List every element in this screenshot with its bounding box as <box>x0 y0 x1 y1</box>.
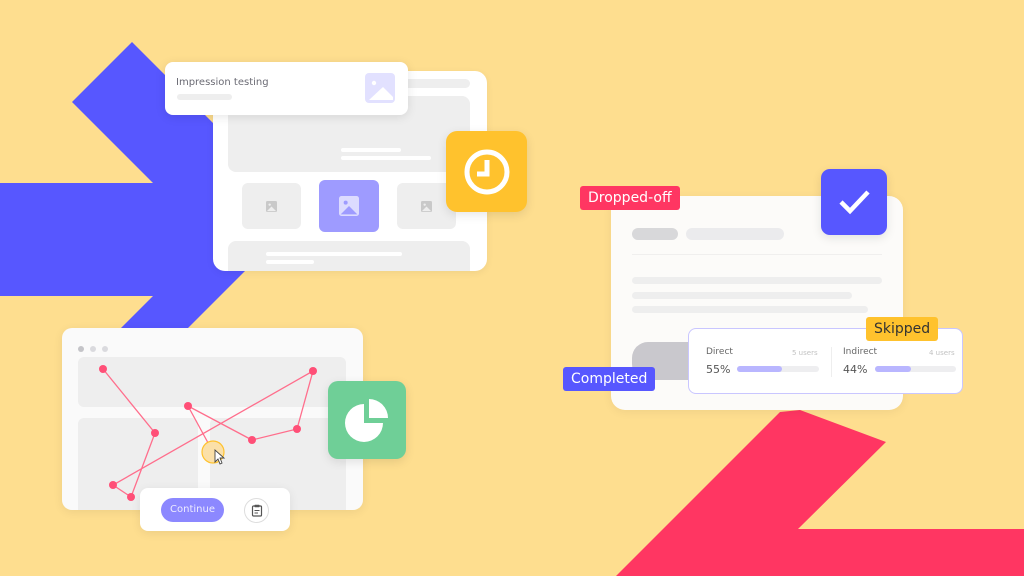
click-path-line <box>102 368 315 498</box>
continue-button[interactable]: Continue <box>161 498 224 522</box>
click-point <box>309 367 317 375</box>
click-point <box>127 493 135 501</box>
click-point <box>99 365 107 373</box>
click-point <box>151 429 159 437</box>
click-point <box>184 402 192 410</box>
clipboard-icon <box>251 504 262 517</box>
click-point <box>248 436 256 444</box>
pie-chart-tile <box>328 381 406 459</box>
pie-chart-icon <box>345 399 388 442</box>
clipboard-button[interactable] <box>244 498 269 523</box>
click-point <box>293 425 301 433</box>
click-point <box>109 481 117 489</box>
